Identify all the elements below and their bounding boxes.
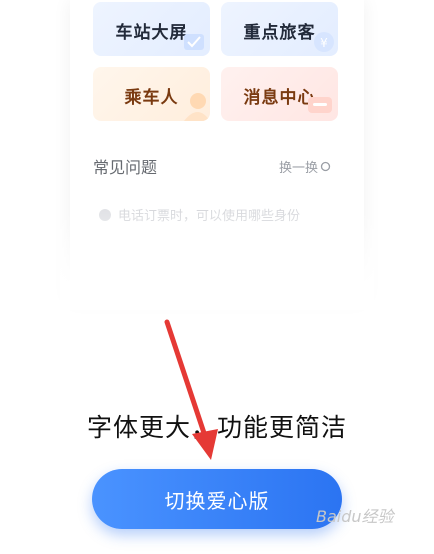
annotation-arrow-icon: [164, 319, 218, 460]
watermark: Baidu经验: [316, 507, 394, 526]
